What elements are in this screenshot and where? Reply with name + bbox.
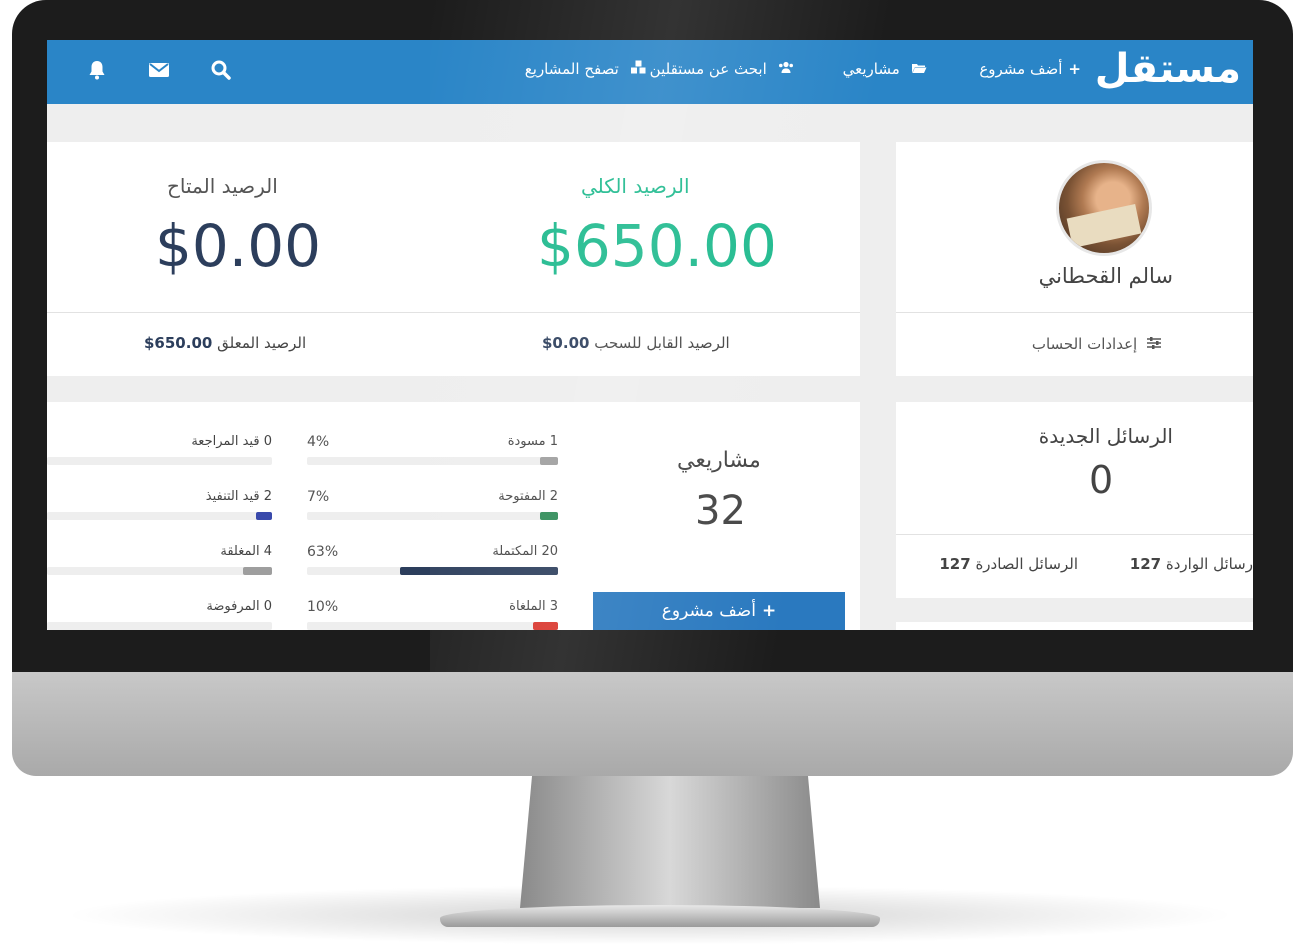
stat-open-fill	[540, 512, 558, 520]
incoming-messages-label: رسائل الواردة	[1165, 555, 1253, 573]
plus-icon: +	[1068, 60, 1081, 78]
search-icon[interactable]	[209, 58, 233, 82]
stat-closed-bar	[47, 567, 272, 575]
stat-in-review-bar	[47, 457, 272, 465]
total-balance-label: الرصيد الكلي	[581, 174, 690, 198]
nav-my-projects-label: مشاريعي	[842, 60, 900, 78]
pending-balance-label: الرصيد المعلق	[217, 334, 307, 352]
withdrawable-balance: الرصيد القابل للسحب $0.00	[542, 334, 730, 352]
outgoing-messages-label: الرسائل الصادرة	[975, 555, 1078, 573]
stat-rejected-label: 0 المرفوضة	[206, 599, 272, 614]
avatar[interactable]	[1056, 160, 1152, 256]
add-project-button-label: أضف مشروع	[661, 601, 756, 621]
avatar-paper	[1066, 204, 1142, 248]
divider	[47, 312, 860, 313]
incoming-messages[interactable]: رسائل الواردة 127	[1130, 555, 1253, 573]
stat-in-progress-label: 2 قيد التنفيذ	[205, 489, 272, 504]
stat-open-percent: 7%	[307, 489, 330, 505]
balance-card: الرصيد الكلي $650.00 الرصيد المتاح $0.00…	[47, 142, 860, 376]
stat-draft-label: 1 مسودة	[507, 434, 558, 449]
nav-add-project-label: أضف مشروع	[979, 60, 1063, 78]
withdrawable-balance-value: $0.00	[542, 334, 590, 352]
stat-in-progress-fill	[256, 512, 272, 520]
stat-cancelled-percent: 10%	[307, 599, 339, 615]
stat-draft-bar	[307, 457, 558, 465]
nav-browse-projects-label: تصفح المشاريع	[524, 60, 619, 78]
stat-in-review-label: 0 قيد المراجعة	[191, 434, 272, 449]
logo[interactable]: مستقل	[1095, 46, 1241, 92]
stat-cancelled-label: 3 الملغاة	[509, 599, 558, 614]
cubes-icon	[625, 60, 647, 78]
stat-rejected-bar	[47, 622, 272, 630]
stat-closed-fill	[242, 567, 272, 575]
account-settings-label: إعدادات الحساب	[1031, 335, 1138, 353]
divider	[896, 534, 1253, 535]
stat-draft-fill	[540, 457, 558, 465]
stat-open-bar	[307, 512, 558, 520]
nav-find-freelancers[interactable]: ابحث عن مستقلين	[650, 60, 794, 78]
bell-icon[interactable]	[85, 58, 109, 82]
outgoing-messages[interactable]: الرسائل الصادرة 127	[939, 555, 1078, 573]
plus-icon: +	[761, 601, 777, 621]
stat-cancelled-bar	[307, 622, 558, 630]
available-balance-label: الرصيد المتاح	[167, 174, 278, 198]
stat-completed-fill	[399, 567, 558, 575]
my-projects-title: مشاريعي	[677, 448, 761, 473]
nav-find-freelancers-label: ابحث عن مستقلين	[649, 60, 767, 78]
stat-completed-bar	[307, 567, 558, 575]
withdrawable-balance-label: الرصيد القابل للسحب	[594, 334, 730, 352]
stat-closed-label: 4 المغلقة	[220, 544, 272, 559]
available-balance-value: $0.00	[155, 212, 322, 280]
total-balance-value: $650.00	[537, 212, 777, 280]
messages-card: الرسائل الجديدة 0 رسائل الواردة 127 الرس…	[896, 402, 1253, 598]
nav-add-project[interactable]: + أضف مشروع	[979, 60, 1081, 78]
stat-completed-percent: 63%	[307, 544, 339, 560]
new-messages-count[interactable]: 0	[1089, 458, 1113, 502]
top-navbar: مستقل + أضف مشروع مشاريعي ابحث عن مستقلين…	[47, 40, 1253, 104]
add-project-button[interactable]: +أضف مشروع	[593, 592, 845, 630]
projects-card: مشاريعي 32 +أضف مشروع 1 مسودة 4% 2 المفت…	[47, 402, 860, 630]
pending-balance: الرصيد المعلق $650.00	[144, 334, 306, 352]
stat-open-label: 2 المفتوحة	[498, 489, 558, 504]
sliders-icon	[1142, 335, 1161, 353]
mail-icon[interactable]	[147, 58, 171, 82]
outgoing-messages-value: 127	[939, 555, 971, 573]
incoming-messages-value: 127	[1129, 555, 1162, 573]
new-messages-title: الرسائل الجديدة	[1038, 424, 1173, 448]
divider	[896, 312, 1253, 313]
stat-completed-label: 20 المكتملة	[492, 544, 558, 559]
users-icon	[773, 60, 794, 78]
monitor-stand-base	[440, 905, 880, 927]
account-settings-link[interactable]: إعدادات الحساب	[1032, 335, 1161, 353]
profile-card: سالم القحطاني إعدادات الحساب	[896, 142, 1253, 376]
stat-in-progress-bar	[47, 512, 272, 520]
stat-cancelled-fill	[532, 622, 558, 630]
nav-browse-projects[interactable]: تصفح المشاريع	[525, 60, 647, 78]
screen: مستقل +أضف مشروع مشاريعي ابحث عن مستقلين…	[47, 40, 1253, 630]
monitor-chin	[12, 672, 1293, 776]
folder-open-icon	[906, 60, 927, 78]
next-card-edge	[896, 622, 1253, 630]
pending-balance-value: $650.00	[144, 334, 213, 352]
profile-name[interactable]: سالم القحطاني	[1039, 264, 1173, 288]
my-projects-count: 32	[695, 488, 746, 534]
nav-my-projects[interactable]: مشاريعي	[843, 60, 927, 78]
stat-draft-percent: 4%	[307, 434, 330, 450]
monitor-stand	[520, 776, 820, 908]
